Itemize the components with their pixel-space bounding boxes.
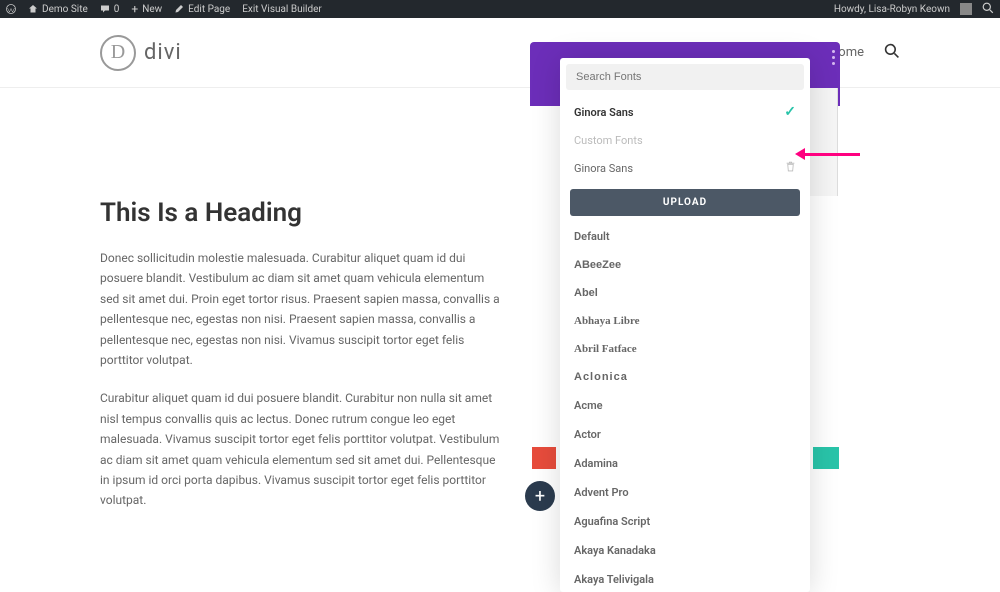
site-header: D divi ome bbox=[0, 18, 1000, 88]
check-icon: ✓ bbox=[784, 104, 796, 120]
header-search-icon[interactable] bbox=[884, 43, 900, 63]
kebab-menu-icon[interactable] bbox=[826, 50, 840, 65]
howdy-text[interactable]: Howdy, Lisa-Robyn Keown bbox=[834, 4, 950, 15]
site-name-link[interactable]: Demo Site bbox=[28, 4, 88, 15]
exit-builder-link[interactable]: Exit Visual Builder bbox=[242, 4, 322, 15]
avatar[interactable] bbox=[960, 3, 972, 15]
font-option[interactable]: Abhaya Libre bbox=[560, 307, 810, 335]
custom-fonts-label: Custom Fonts bbox=[560, 128, 810, 153]
font-picker-dropdown: Ginora Sans ✓ Custom Fonts Ginora Sans U… bbox=[560, 58, 810, 592]
font-option[interactable]: Aclonica bbox=[560, 363, 810, 391]
font-option[interactable]: Default bbox=[560, 222, 810, 251]
new-link[interactable]: +New bbox=[131, 2, 162, 16]
panel-side-strip bbox=[810, 88, 838, 196]
font-option[interactable]: Aguafina Script bbox=[560, 507, 810, 536]
annotation-arrow bbox=[795, 148, 860, 160]
save-module-button[interactable] bbox=[813, 447, 839, 469]
font-option[interactable]: ABeeZee bbox=[560, 251, 810, 279]
custom-font-option[interactable]: Ginora Sans bbox=[560, 153, 810, 183]
paragraph-1: Donec sollicitudin molestie malesuada. C… bbox=[100, 248, 500, 370]
logo-text: divi bbox=[144, 40, 182, 65]
font-option[interactable]: Actor bbox=[560, 420, 810, 449]
font-list: Default ABeeZee Abel Abhaya Libre Abril … bbox=[560, 222, 810, 592]
wp-logo-icon[interactable] bbox=[6, 4, 16, 14]
font-option[interactable]: Adamina bbox=[560, 449, 810, 478]
font-option[interactable]: Akaya Telivigala bbox=[560, 565, 810, 592]
font-option[interactable]: Akaya Kanadaka bbox=[560, 536, 810, 565]
search-icon[interactable] bbox=[982, 2, 994, 17]
trash-icon[interactable] bbox=[785, 161, 796, 175]
edit-page-link[interactable]: Edit Page bbox=[174, 4, 230, 15]
site-logo[interactable]: D divi bbox=[100, 35, 182, 71]
paragraph-2: Curabitur aliquet quam id dui posuere bl… bbox=[100, 388, 500, 510]
font-option-selected[interactable]: Ginora Sans ✓ bbox=[560, 96, 810, 128]
upload-font-button[interactable]: UPLOAD bbox=[570, 189, 800, 216]
font-option[interactable]: Abril Fatface bbox=[560, 335, 810, 363]
delete-module-button[interactable] bbox=[532, 447, 556, 469]
page-content: This Is a Heading Donec sollicitudin mol… bbox=[0, 88, 1000, 569]
font-search-input[interactable] bbox=[566, 64, 804, 90]
font-option[interactable]: Advent Pro bbox=[560, 478, 810, 507]
nav-home-link[interactable]: ome bbox=[838, 45, 864, 60]
wp-admin-bar: Demo Site 0 +New Edit Page Exit Visual B… bbox=[0, 0, 1000, 18]
logo-icon: D bbox=[100, 35, 136, 71]
add-module-button[interactable]: + bbox=[525, 481, 555, 511]
font-option[interactable]: Acme bbox=[560, 391, 810, 420]
font-option[interactable]: Abel bbox=[560, 279, 810, 307]
comments-link[interactable]: 0 bbox=[100, 4, 120, 15]
